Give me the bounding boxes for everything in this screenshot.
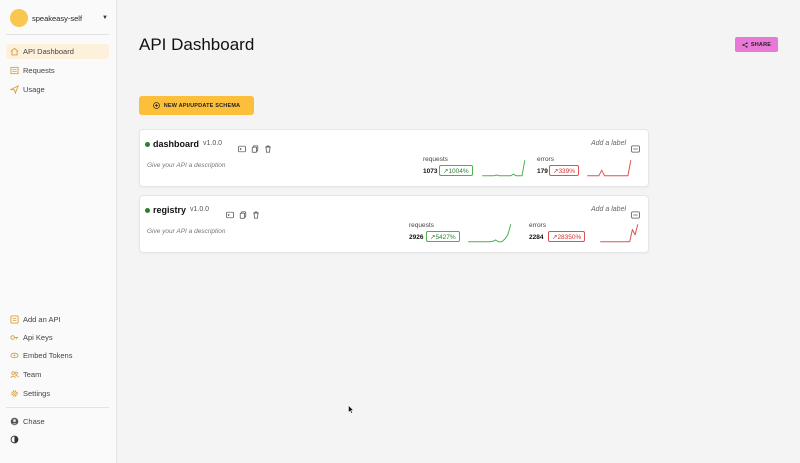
team-icon [10,370,19,379]
sidebar-divider [6,407,109,408]
list-icon [10,66,19,75]
requests-change-badge: ↗1004% [439,165,473,176]
sidebar-divider [6,34,109,35]
requests-sparkline [482,160,526,177]
sidebar-item-api-dashboard[interactable]: API Dashboard [6,44,109,59]
copy-icon[interactable] [251,140,259,153]
gear-icon [10,389,19,398]
terminal-icon[interactable] [238,140,246,153]
api-version: v1.0.0 [203,140,223,147]
api-card-registry[interactable]: registry v1.0.0 Give your API a descript… [139,195,649,253]
label-icon[interactable] [631,140,640,153]
sidebar-item-settings[interactable]: Settings [6,386,109,401]
sidebar-item-usage[interactable]: Usage [6,82,109,97]
chevron-down-icon: ▼ [102,15,108,21]
new-api-button[interactable]: NEW API/UPDATE SCHEMA [139,96,254,115]
user-name: Chase [23,417,45,426]
sidebar-item-user[interactable]: Chase [6,414,109,429]
add-label-link[interactable]: Add a label [591,206,626,213]
sidebar-item-label: Team [23,370,42,379]
requests-value: 2926 [409,234,424,241]
errors-label: errors [537,156,554,163]
sidebar-item-api-keys[interactable]: Api Keys [6,330,109,345]
eye-icon [10,351,19,360]
workspace-avatar [10,9,28,27]
sidebar-item-label: API Dashboard [23,47,74,56]
sparkline-path [482,160,526,177]
new-api-label: NEW API/UPDATE SCHEMA [163,102,241,109]
errors-label: errors [529,222,546,229]
sidebar-item-label: Embed Tokens [23,351,73,360]
sidebar-item-team[interactable]: Team [6,367,109,382]
workspace-name: speakeasy-self [32,13,83,23]
terminal-icon[interactable] [226,206,234,219]
sidebar-item-label: Add an API [23,315,61,324]
trash-icon[interactable] [264,140,272,153]
send-icon [10,85,19,94]
sidebar-item-label: Api Keys [23,333,53,342]
requests-sparkline [468,224,512,243]
status-dot [145,208,150,213]
api-version: v1.0.0 [190,206,210,213]
copy-icon[interactable] [239,206,247,219]
user-avatar-icon [10,417,19,426]
requests-label: requests [423,156,448,163]
errors-value: 2284 [529,234,544,241]
label-icon[interactable] [631,206,640,219]
add-api-icon [10,315,19,324]
api-name: registry [153,205,187,215]
sidebar-item-embed-tokens[interactable]: Embed Tokens [6,348,109,363]
share-icon [742,41,748,48]
requests-value: 1073 [423,168,438,175]
errors-change-badge: ↗339% [549,165,580,176]
status-dot [145,142,150,147]
api-name: dashboard [153,139,200,149]
sparkline-path [600,224,639,243]
theme-toggle-icon [10,435,19,444]
theme-toggle[interactable] [6,432,109,447]
errors-value: 179 [537,168,548,175]
api-description[interactable]: Give your API a description [147,162,226,169]
sparkline-path [468,224,512,243]
plus-circle-icon [152,102,160,109]
api-description[interactable]: Give your API a description [147,228,226,235]
errors-sparkline [587,160,632,177]
key-icon [10,333,19,342]
sidebar: speakeasy-self ▼ API Dashboard Requests … [0,0,117,463]
requests-change-badge: ↗5427% [426,231,460,242]
home-icon [10,47,19,56]
sidebar-item-label: Usage [23,85,45,94]
requests-label: requests [409,222,434,229]
share-button[interactable]: SHARE [735,37,778,52]
page-title: API Dashboard [139,35,255,54]
sidebar-item-add-an-api[interactable]: Add an API [6,312,109,327]
sidebar-item-label: Requests [23,66,55,75]
sparkline-path [587,160,632,177]
add-label-link[interactable]: Add a label [591,140,626,147]
errors-sparkline [600,224,639,243]
share-label: SHARE [750,41,772,48]
mouse-cursor-icon [348,405,354,414]
trash-icon[interactable] [252,206,260,219]
api-card-dashboard[interactable]: dashboard v1.0.0 Give your API a descrip… [139,129,649,187]
errors-change-badge: ↗28350% [548,231,586,242]
workspace-selector[interactable]: speakeasy-self ▼ [10,9,108,27]
sidebar-item-requests[interactable]: Requests [6,63,109,78]
sidebar-item-label: Settings [23,389,51,398]
